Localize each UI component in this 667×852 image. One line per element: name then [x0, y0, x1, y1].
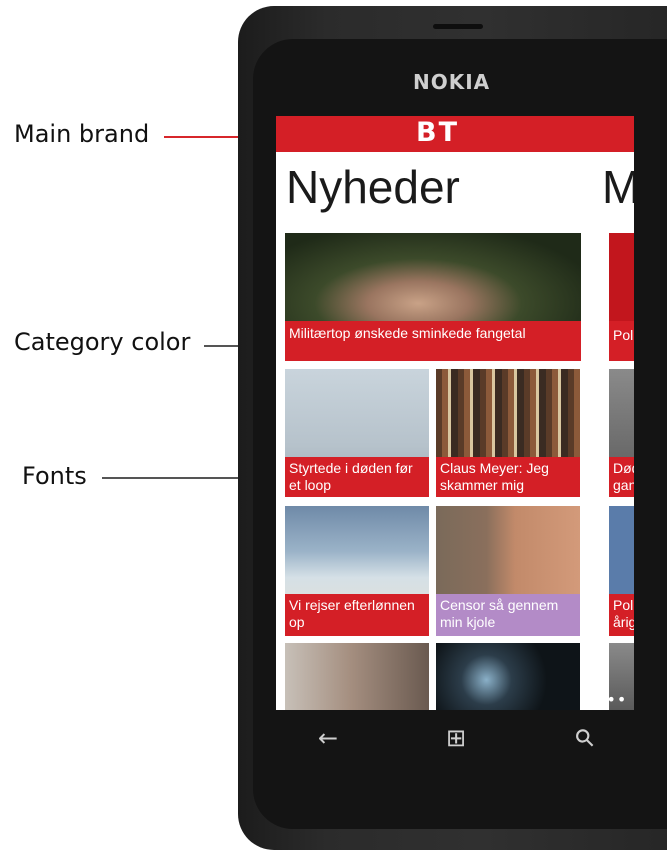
- side-news-tile[interactable]: Poli årig: [609, 506, 634, 636]
- news-tile[interactable]: Styrtede i døden før et loop: [285, 369, 429, 497]
- eye-closeup-image: [436, 643, 580, 710]
- windows-start-icon[interactable]: ⊞: [446, 724, 466, 752]
- tile-caption: Censor så gennem min kjole: [436, 594, 580, 636]
- news-tile[interactable]: Militærtop ønskede sminkede fangetal: [285, 233, 581, 361]
- men-portraits-image: [285, 643, 429, 710]
- side-tile-caption: Poli: [609, 321, 634, 361]
- more-options-icon[interactable]: •••: [596, 690, 627, 709]
- annotation-main-brand: Main brand: [14, 120, 150, 148]
- news-tile[interactable]: Vi rejser efterlønnen op: [285, 506, 429, 636]
- news-tile[interactable]: [285, 643, 429, 710]
- annotation-fonts: Fonts: [22, 462, 87, 490]
- tile-caption: Claus Meyer: Jeg skammer mig: [436, 457, 580, 497]
- back-icon[interactable]: ←: [318, 724, 338, 752]
- side-tile-caption: Død gan: [609, 457, 634, 497]
- tile-caption: Styrtede i døden før et loop: [285, 457, 429, 497]
- device-brand-logo: NOKIA: [413, 70, 491, 94]
- news-tile[interactable]: [436, 643, 580, 710]
- app-screen: BT Nyheder M Militærtop ønskede sminkede…: [276, 116, 634, 710]
- bt-logo: BT: [416, 117, 459, 148]
- page-title[interactable]: Nyheder: [286, 160, 460, 214]
- side-tile-caption: Poli årig: [609, 594, 634, 636]
- next-section-title[interactable]: M: [602, 160, 634, 214]
- news-tile[interactable]: Claus Meyer: Jeg skammer mig: [436, 369, 580, 497]
- app-header: BT: [276, 116, 634, 152]
- tile-caption: Militærtop ønskede sminkede fangetal: [285, 321, 581, 361]
- phone-speaker: [433, 24, 483, 29]
- news-tile[interactable]: Censor så gennem min kjole: [436, 506, 580, 636]
- side-news-tile[interactable]: Død gan: [609, 369, 634, 497]
- side-news-tile[interactable]: Poli: [609, 233, 634, 361]
- annotation-category-color: Category color: [14, 328, 191, 356]
- tile-caption: Vi rejser efterlønnen op: [285, 594, 429, 636]
